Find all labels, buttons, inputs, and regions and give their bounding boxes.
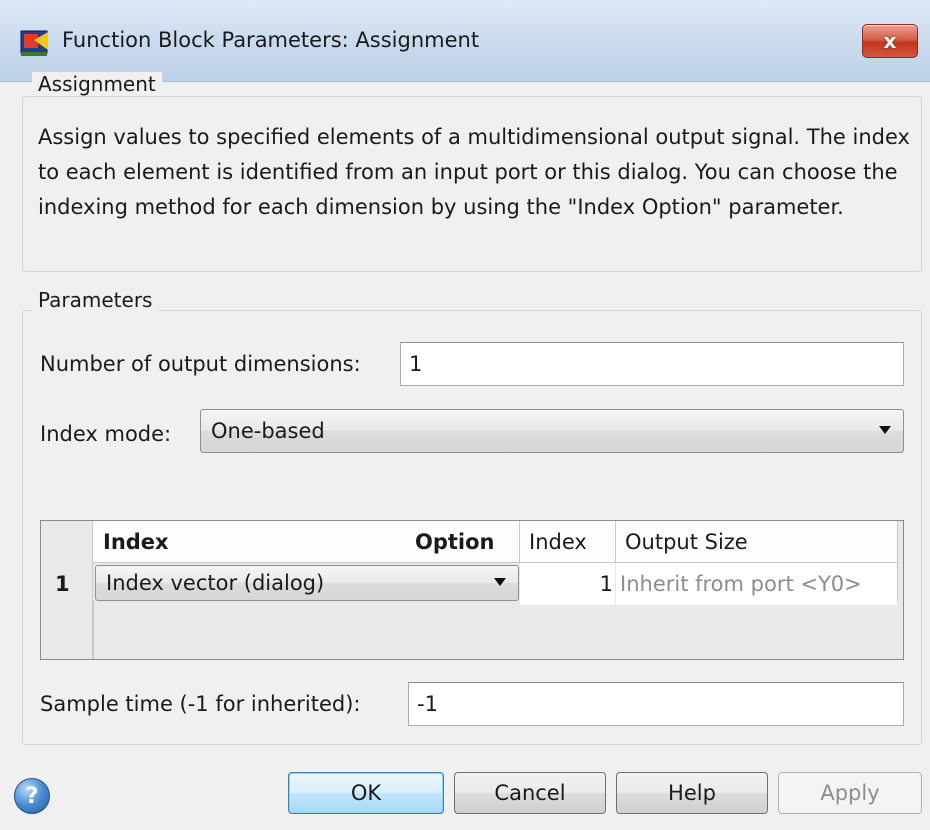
index-table[interactable]: Index Option Index Output Size 1 Index v… (40, 520, 904, 660)
title-bar[interactable]: Function Block Parameters: Assignment x (0, 0, 930, 82)
chevron-down-icon (494, 578, 506, 586)
sample-time-label: Sample time (-1 for inherited): (40, 692, 361, 716)
simulink-block-icon (20, 30, 48, 56)
header-index-option-left[interactable]: Index (103, 521, 169, 563)
num-dims-input[interactable]: 1 (400, 342, 904, 386)
sample-time-input[interactable]: -1 (408, 682, 904, 726)
header-index-option-right[interactable]: Option (415, 521, 495, 563)
index-option-select[interactable]: Index vector (dialog) (95, 565, 519, 601)
index-cell[interactable]: 1 (520, 563, 615, 605)
row-divider (93, 601, 94, 659)
output-size-cell[interactable]: Inherit from port <Y0> (616, 563, 897, 605)
description-legend: Assignment (32, 72, 162, 96)
help-icon[interactable]: ? (14, 778, 50, 814)
close-button[interactable]: x (862, 24, 918, 58)
index-value: 1 (599, 572, 613, 596)
index-mode-value: One-based (211, 419, 325, 443)
index-mode-select[interactable]: One-based (200, 409, 904, 453)
ok-button[interactable]: OK (288, 772, 444, 814)
output-size-value: Inherit from port <Y0> (620, 572, 862, 596)
table-header (93, 521, 897, 563)
header-divider (897, 521, 898, 601)
header-divider (615, 521, 616, 563)
header-divider (519, 521, 520, 563)
header-output-size[interactable]: Output Size (625, 521, 748, 563)
close-icon: x (883, 29, 897, 53)
window-title: Function Block Parameters: Assignment (62, 28, 480, 52)
index-mode-label: Index mode: (40, 422, 172, 446)
chevron-down-icon (879, 426, 891, 434)
description-text: Assign values to specified elements of a… (38, 125, 910, 219)
parameters-legend: Parameters (32, 288, 159, 312)
help-button[interactable]: Help (616, 772, 768, 814)
dialog-window: Function Block Parameters: Assignment x … (0, 0, 930, 830)
index-option-value: Index vector (dialog) (106, 571, 325, 595)
row-number: 1 (55, 572, 70, 596)
num-dims-label: Number of output dimensions: (40, 352, 361, 376)
apply-button: Apply (778, 772, 922, 814)
header-index[interactable]: Index (529, 521, 587, 563)
cancel-button[interactable]: Cancel (454, 772, 606, 814)
